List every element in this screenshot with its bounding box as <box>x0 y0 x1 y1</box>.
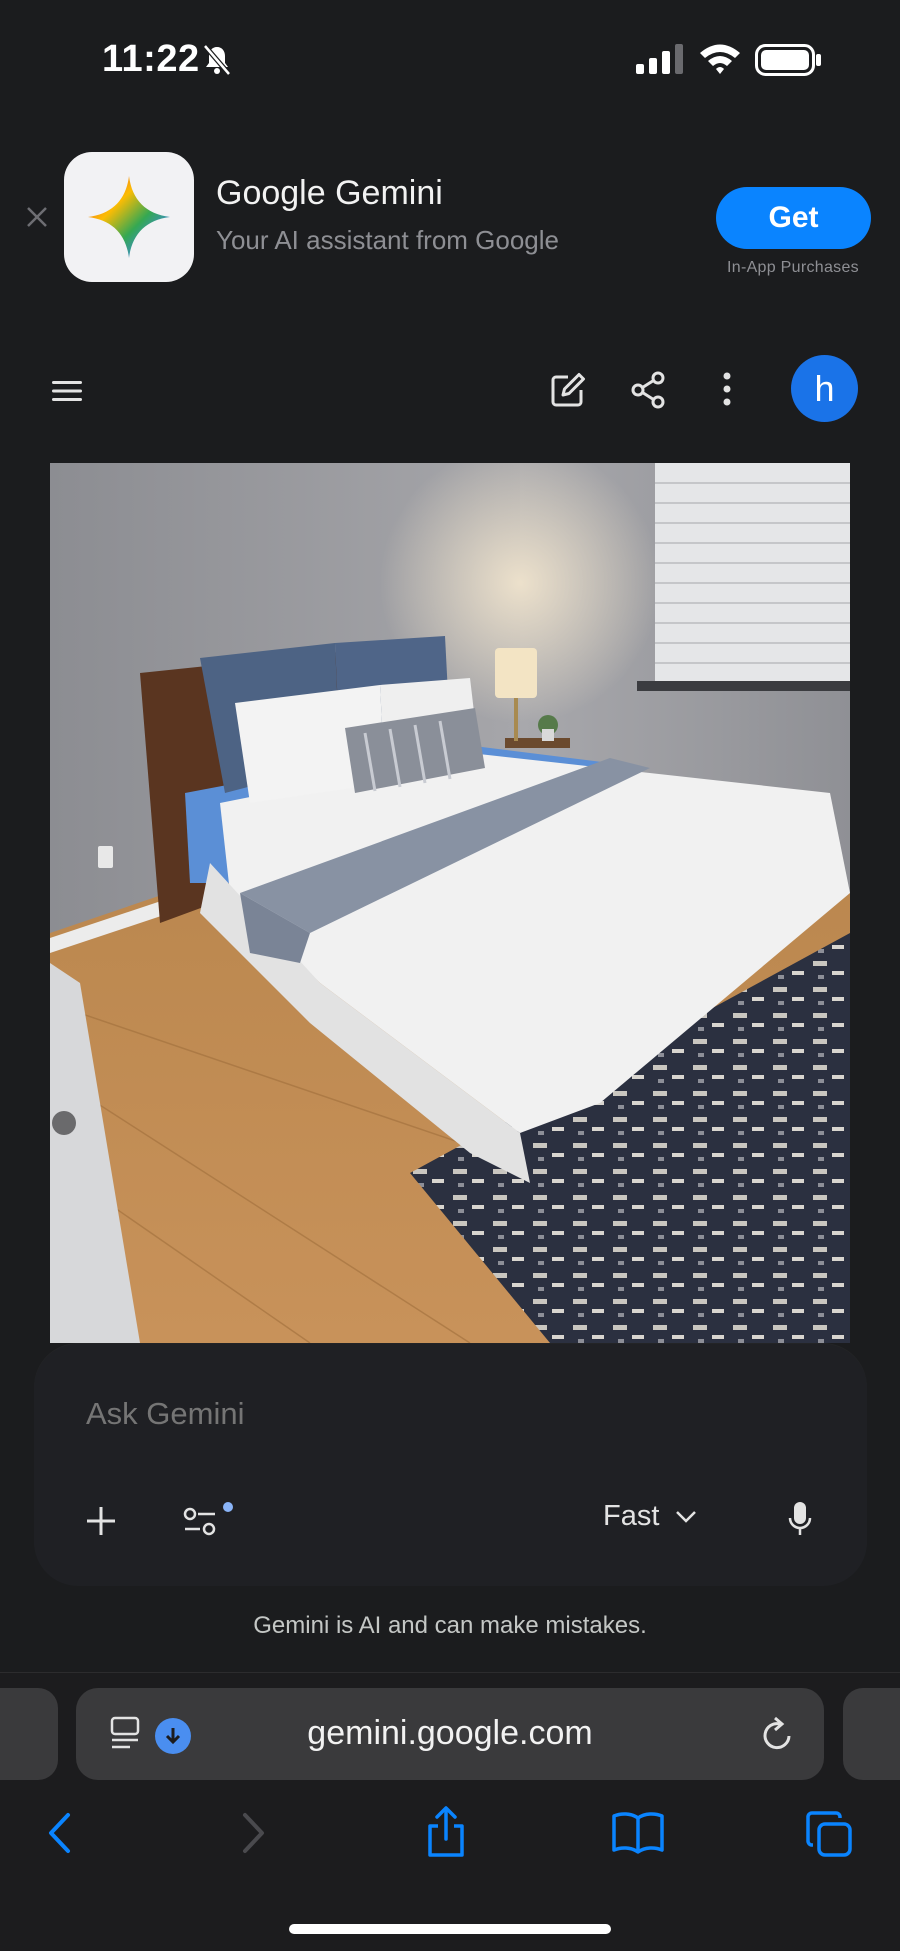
tabs-overview-icon[interactable] <box>805 1810 853 1858</box>
gemini-app-icon <box>64 152 194 282</box>
prompt-container <box>34 1344 867 1586</box>
home-indicator[interactable] <box>289 1924 611 1934</box>
page-menu-icon[interactable] <box>110 1715 144 1751</box>
get-button[interactable]: Get <box>716 187 871 249</box>
account-avatar[interactable]: h <box>791 355 858 422</box>
status-time: 11:22 <box>102 38 200 80</box>
add-attachment-plus-icon[interactable] <box>84 1504 118 1538</box>
in-app-purchases-label: In-App Purchases <box>727 259 859 276</box>
menu-icon[interactable] <box>50 378 84 404</box>
generated-image[interactable] <box>50 463 850 1343</box>
share-sheet-icon[interactable] <box>424 1806 468 1858</box>
mode-label: Fast <box>603 1500 660 1532</box>
back-arrow-icon[interactable] <box>47 1812 71 1854</box>
previous-tab-preview[interactable] <box>0 1688 58 1780</box>
close-icon[interactable] <box>22 202 52 232</box>
app-name: Google Gemini <box>216 174 443 212</box>
download-icon[interactable] <box>155 1718 191 1754</box>
forward-arrow-icon[interactable] <box>242 1812 266 1854</box>
ai-disclaimer: Gemini is AI and can make mistakes. <box>253 1612 647 1639</box>
reload-icon[interactable] <box>760 1716 796 1754</box>
share-icon[interactable] <box>630 371 666 409</box>
bell-slash-icon <box>202 44 232 76</box>
ask-gemini-input[interactable] <box>84 1395 688 1433</box>
next-tab-preview[interactable] <box>843 1688 900 1780</box>
battery-icon <box>755 44 823 76</box>
microphone-icon[interactable] <box>788 1501 812 1537</box>
more-options-icon[interactable] <box>722 371 732 407</box>
wifi-icon <box>698 42 742 74</box>
chevron-down-icon <box>675 1510 697 1524</box>
bookmarks-icon[interactable] <box>611 1810 665 1854</box>
model-mode-selector[interactable]: Fast <box>603 1500 697 1533</box>
tools-settings-icon[interactable] <box>183 1502 239 1538</box>
url-text[interactable]: gemini.google.com <box>200 1714 700 1753</box>
app-subtitle: Your AI assistant from Google <box>216 225 560 255</box>
cellular-signal-icon <box>636 44 684 74</box>
new-chat-edit-icon[interactable] <box>548 370 588 410</box>
